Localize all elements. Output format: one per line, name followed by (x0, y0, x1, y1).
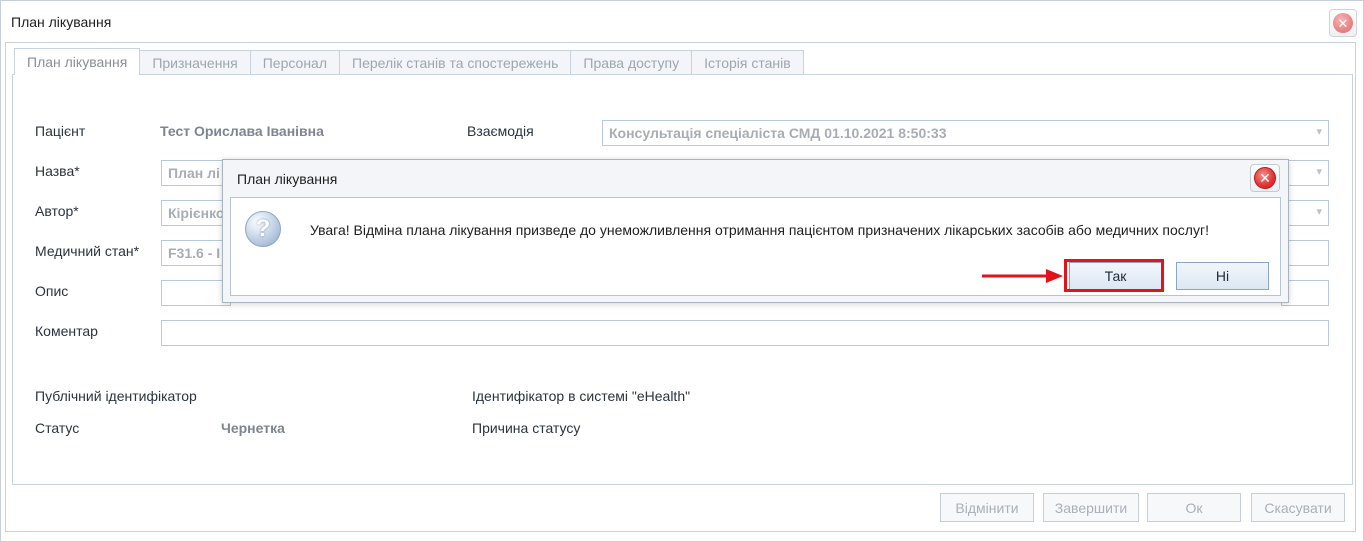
interaction-label: Взаємодія (467, 123, 534, 139)
complete-button[interactable]: Завершити (1043, 493, 1139, 522)
status-reason-label: Причина статусу (472, 420, 581, 436)
yes-button-highlight (1064, 259, 1164, 292)
author-value: Кірієнко (168, 205, 225, 221)
status-label: Статус (35, 420, 80, 436)
cancel-button[interactable]: Скасувати (1251, 493, 1345, 522)
name-value: План лі (168, 165, 220, 181)
window-title: План лікування (11, 14, 112, 30)
status-value: Чернетка (221, 420, 285, 436)
patient-label: Пацієнт (35, 123, 86, 139)
dialog-message: Увага! Відміна плана лікування призведе … (310, 222, 1209, 238)
name-field[interactable]: План лі (161, 160, 231, 186)
close-icon: ✕ (1333, 13, 1353, 33)
public-id-label: Публічний ідентифікатор (35, 388, 197, 404)
dialog-close-button[interactable]: ✕ (1250, 164, 1280, 192)
dialog-title: План лікування (237, 171, 338, 187)
close-icon: ✕ (1254, 167, 1276, 189)
description-label: Опис (35, 283, 69, 299)
tab-conditions-observations[interactable]: Перелік станів та спостережень (339, 50, 572, 75)
condition-label: Медичний стан* (35, 243, 140, 259)
name-label: Назва* (35, 163, 80, 179)
interaction-value: Консультація спеціаліста СМД 01.10.2021 … (609, 125, 947, 141)
condition-value: F31.6 - I (168, 245, 221, 261)
author-field[interactable]: Кірієнко (161, 200, 231, 226)
question-icon: ? (245, 211, 281, 247)
tab-access-rights[interactable]: Права доступу (570, 50, 693, 75)
tab-strip: План лікування Призначення Персонал Пере… (14, 48, 804, 75)
no-button[interactable]: Ні (1176, 262, 1269, 290)
ehealth-id-label: Ідентифікатор в системі "eHealth" (472, 388, 691, 404)
ok-button[interactable]: Ок (1147, 493, 1241, 522)
tab-plan[interactable]: План лікування (14, 48, 141, 75)
window-close-button[interactable]: ✕ (1329, 9, 1357, 37)
cancel-plan-button[interactable]: Відмінити (940, 493, 1034, 522)
interaction-select[interactable]: Консультація спеціаліста СМД 01.10.2021 … (602, 120, 1329, 146)
comment-field[interactable] (161, 320, 1329, 346)
patient-value: Тест Орислава Іванівна (160, 123, 324, 139)
pointer-arrow-icon (982, 269, 1063, 283)
tab-prescriptions[interactable]: Призначення (139, 50, 251, 75)
tab-personnel[interactable]: Персонал (249, 50, 340, 75)
tab-status-history[interactable]: Історія станів (691, 50, 804, 75)
condition-field[interactable]: F31.6 - I (161, 240, 231, 266)
description-field[interactable] (161, 280, 231, 306)
author-label: Автор* (35, 203, 79, 219)
comment-label: Коментар (35, 323, 98, 339)
